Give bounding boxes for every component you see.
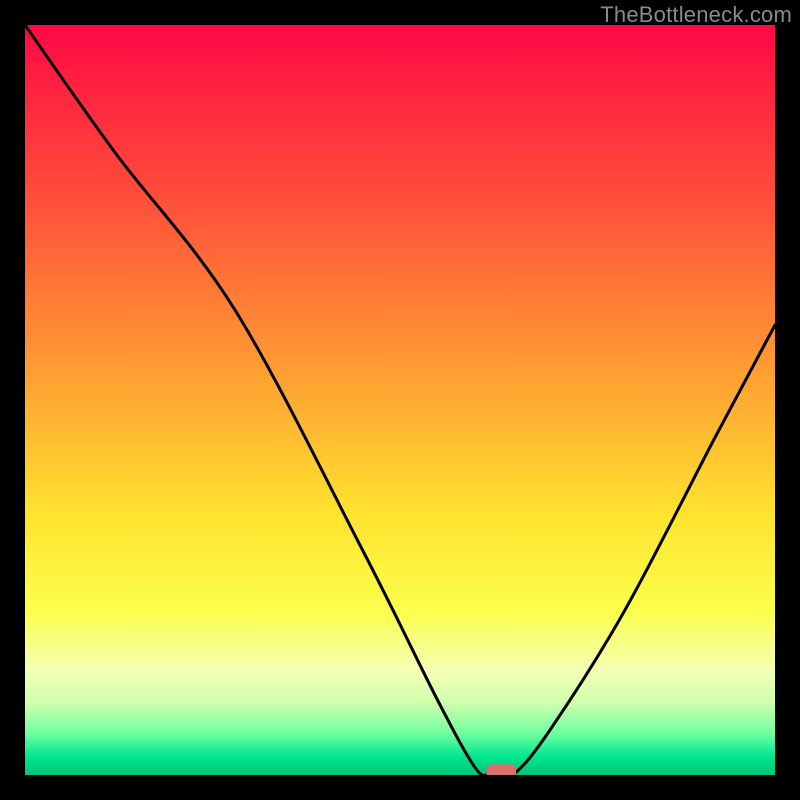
optimal-marker	[486, 764, 516, 775]
chart-frame: TheBottleneck.com	[0, 0, 800, 800]
chart-svg	[25, 25, 775, 775]
plot-area	[25, 25, 775, 775]
gradient-background	[25, 25, 775, 775]
